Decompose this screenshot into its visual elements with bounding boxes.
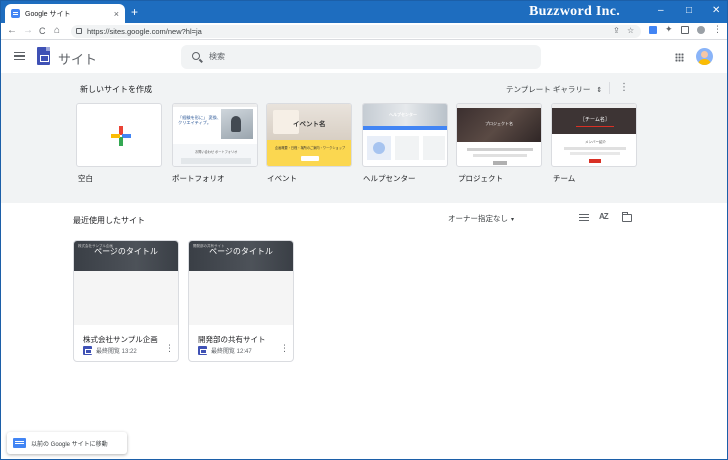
template-gallery-label: テンプレート ギャラリー xyxy=(506,85,591,94)
last-viewed: 最終閲覧 12:47 xyxy=(211,349,252,355)
app-header: サイト 検索 xyxy=(1,40,727,73)
tab-strip: Google サイト × + Buzzword Inc. – □ ✕ xyxy=(1,1,727,23)
legacy-sites-button[interactable]: 以前の Google サイトに移動 xyxy=(7,432,127,454)
minimize-button[interactable]: – xyxy=(658,5,664,16)
gallery-title: 新しいサイトを作成 xyxy=(80,85,152,94)
more-options-icon[interactable]: ⋮ xyxy=(165,344,174,353)
url-field[interactable]: https://sites.google.com/new?hl=ja ⇪ ☆ xyxy=(71,25,641,38)
template-team[interactable]: ［チーム名］ メンバー紹介 xyxy=(551,103,637,167)
browser-tab[interactable]: Google サイト × xyxy=(5,4,125,23)
address-bar: ← → C ⌂ https://sites.google.com/new?hl=… xyxy=(1,23,727,40)
divider xyxy=(609,82,610,94)
google-apps-icon[interactable] xyxy=(675,53,684,62)
share-icon[interactable]: ⇪ xyxy=(613,26,620,35)
template-label: イベント xyxy=(267,174,297,183)
owner-filter-dropdown[interactable]: オーナー指定なし ▾ xyxy=(448,213,514,224)
template-event[interactable]: イベント名 企画概要・日程・場所のご案内・ワークショップ xyxy=(266,103,352,167)
legacy-sites-label: 以前の Google サイトに移動 xyxy=(31,442,108,448)
template-preview-subtext: 企画概要・日程・場所のご案内・ワークショップ xyxy=(275,146,346,150)
new-tab-button[interactable]: + xyxy=(131,5,138,19)
sites-doc-icon xyxy=(198,346,207,355)
bookmark-star-icon[interactable]: ☆ xyxy=(627,26,634,35)
template-portfolio[interactable]: 「経験を形に」 変換、信頼、 クリエイティブ。 お問い合わせ ポートフォリオ xyxy=(172,103,258,167)
lock-icon xyxy=(76,28,82,34)
main-menu-icon[interactable] xyxy=(14,52,25,60)
unfold-icon: ⇕ xyxy=(596,87,603,94)
folder-icon[interactable] xyxy=(622,212,632,222)
template-preview-text: イベント名 xyxy=(293,121,326,128)
template-label: プロジェクト xyxy=(458,174,503,183)
template-preview-subtext: メンバー紹介 xyxy=(585,140,606,144)
template-preview-subtext: お問い合わせ ポートフォリオ xyxy=(195,150,238,154)
close-tab-icon[interactable]: × xyxy=(114,9,119,19)
close-window-button[interactable]: ✕ xyxy=(712,5,720,16)
template-gallery: 新しいサイトを作成 テンプレート ギャラリー ⇕ ⋮ 空白 「経験を形に」 変換、… xyxy=(1,73,727,203)
home-button[interactable]: ⌂ xyxy=(54,25,60,37)
last-viewed: 最終閲覧 13:22 xyxy=(96,349,137,355)
url-text: https://sites.google.com/new?hl=ja xyxy=(87,27,202,36)
thumbnail-body xyxy=(74,271,178,325)
template-help-center[interactable]: ヘルプセンター xyxy=(362,103,448,167)
sites-favicon-icon xyxy=(11,9,20,18)
profile-icon[interactable] xyxy=(697,26,705,34)
template-label: チーム xyxy=(553,174,576,183)
sites-logo-icon[interactable] xyxy=(37,47,50,65)
template-preview-text: ［チーム名］ xyxy=(580,117,610,123)
thumbnail-page-title: ページのタイトル xyxy=(209,247,273,256)
template-label: ヘルプセンター xyxy=(363,174,416,183)
template-label: ポートフォリオ xyxy=(172,174,225,183)
template-blank[interactable] xyxy=(76,103,162,167)
more-options-icon[interactable]: ⋮ xyxy=(280,344,289,353)
app-title[interactable]: サイト xyxy=(58,49,97,68)
reload-button[interactable]: C xyxy=(39,25,46,37)
brand-watermark: Buzzword Inc. xyxy=(529,4,621,19)
template-preview-text: プロジェクト名 xyxy=(485,121,513,126)
search-bar[interactable]: 検索 xyxy=(181,45,541,69)
plus-icon xyxy=(111,126,131,146)
template-label: 空白 xyxy=(78,174,93,183)
classic-sites-icon xyxy=(13,438,26,448)
site-thumbnail: 開発部の共有サイト ページのタイトル xyxy=(189,241,293,271)
site-name: 開発部の共有サイト xyxy=(198,335,266,344)
site-thumbnail: 株式会社サンプル企画 ページのタイトル xyxy=(74,241,178,271)
side-panel-icon[interactable] xyxy=(681,26,689,34)
search-icon[interactable] xyxy=(192,52,200,60)
thumbnail-body xyxy=(189,271,293,325)
browser-window: Google サイト × + Buzzword Inc. – □ ✕ ← → C… xyxy=(0,0,728,460)
more-options-icon[interactable]: ⋮ xyxy=(619,82,629,93)
owner-filter-label: オーナー指定なし xyxy=(448,214,508,223)
maximize-button[interactable]: □ xyxy=(686,5,692,16)
tab-title: Google サイト xyxy=(25,10,71,18)
thumbnail-page-title: ページのタイトル xyxy=(94,247,158,256)
browser-menu-icon[interactable]: ⋮ xyxy=(713,24,722,34)
recent-sites-title: 最近使用したサイト xyxy=(73,216,145,225)
site-card[interactable]: 株式会社サンプル企画 ページのタイトル 株式会社サンプル企画 最終閲覧 13:2… xyxy=(73,240,179,362)
search-input[interactable]: 検索 xyxy=(209,51,225,62)
template-gallery-toggle[interactable]: テンプレート ギャラリー ⇕ xyxy=(506,84,602,95)
back-button[interactable]: ← xyxy=(7,25,17,37)
site-card[interactable]: 開発部の共有サイト ページのタイトル 開発部の共有サイト 最終閲覧 12:47 … xyxy=(188,240,294,362)
template-preview-text: ヘルプセンター xyxy=(389,112,417,117)
site-name: 株式会社サンプル企画 xyxy=(83,335,158,344)
sort-az-icon[interactable]: AZ xyxy=(599,212,609,221)
extension-icon[interactable] xyxy=(649,26,657,34)
template-project[interactable]: プロジェクト名 xyxy=(456,103,542,167)
sites-doc-icon xyxy=(83,346,92,355)
puzzle-extensions-icon[interactable]: ✦ xyxy=(665,24,673,34)
list-view-icon[interactable] xyxy=(579,214,589,221)
avatar[interactable] xyxy=(696,48,713,65)
caret-down-icon: ▾ xyxy=(511,217,515,223)
forward-button[interactable]: → xyxy=(23,25,33,37)
